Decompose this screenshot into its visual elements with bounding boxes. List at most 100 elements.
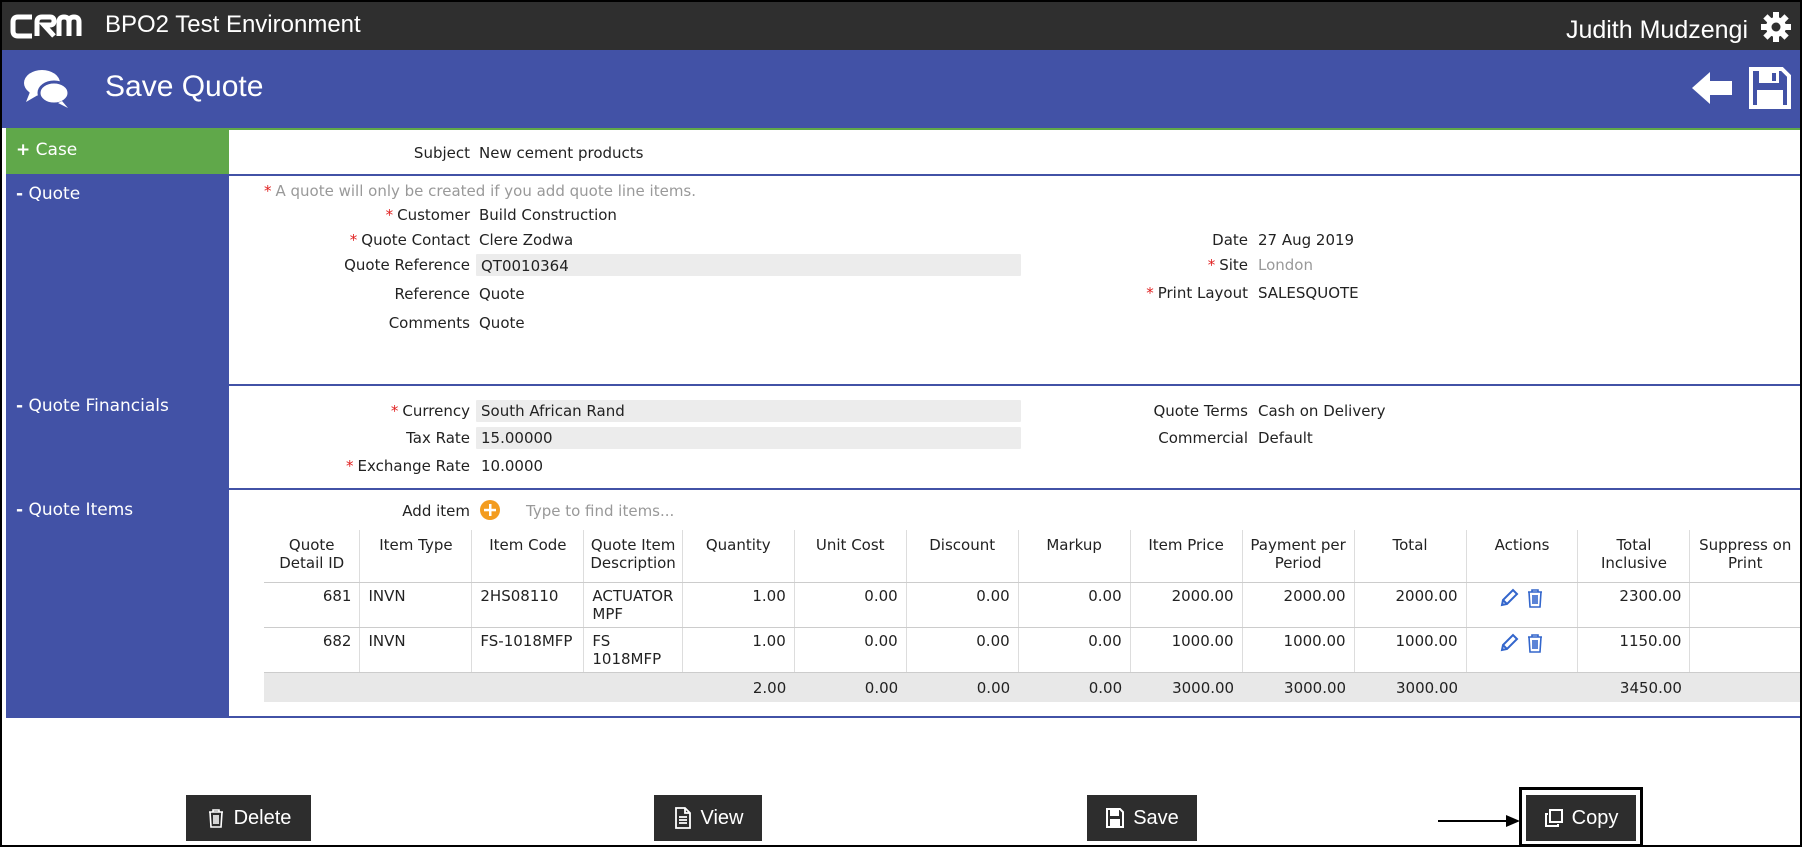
quote-terms-value[interactable]: Cash on Delivery <box>1258 402 1385 420</box>
col-suppress-on-print: Suppress on Print <box>1689 530 1800 583</box>
trash-icon[interactable] <box>1524 587 1546 609</box>
cell-suppress-on-print[interactable] <box>1689 582 1800 628</box>
quote-items-header[interactable]: - Quote Items <box>6 490 229 716</box>
col-markup: Markup <box>1018 530 1131 583</box>
exchange-rate-value[interactable]: 10.0000 <box>481 457 543 475</box>
cell-detail-id: 682 <box>264 627 361 673</box>
cell-total: 2000.00 <box>1354 582 1467 628</box>
totals-row: 2.00 0.00 0.00 0.00 3000.00 3000.00 3000… <box>264 672 1800 702</box>
cell-item-code: FS-1018MFP <box>471 627 585 673</box>
quote-items-section: - Quote Items Add item Type to find item… <box>6 490 1800 718</box>
subject-label: Subject <box>413 144 470 162</box>
total-unit-cost: 0.00 <box>794 672 907 702</box>
case-toggle: + <box>16 140 31 160</box>
cell-description: ACTUATOR MPF <box>583 582 683 628</box>
case-section-header[interactable]: + Case <box>6 130 229 174</box>
tax-rate-value: 15.00000 <box>481 429 553 447</box>
cell-total-inclusive: 2300.00 <box>1577 582 1691 628</box>
add-item-search-input[interactable]: Type to find items... <box>526 502 674 520</box>
quote-section: - Quote * A quote will only be created if… <box>6 174 1800 386</box>
quote-reference-label: Quote Reference <box>344 256 470 274</box>
quote-contact-value[interactable]: Clere Zodwa <box>479 231 573 249</box>
pointer-arrow-icon <box>1438 815 1520 827</box>
total-total: 3000.00 <box>1354 672 1467 702</box>
view-button[interactable]: View <box>654 795 762 841</box>
quote-financials-section: - Quote Financials * Currency South Afric… <box>6 386 1800 490</box>
comments-value[interactable]: Quote <box>479 314 525 332</box>
crm-logo <box>10 14 82 39</box>
commercial-label: Commercial <box>1158 429 1248 447</box>
page-header: Save Quote <box>2 50 1800 128</box>
back-arrow-icon[interactable] <box>1690 68 1734 108</box>
quote-section-header[interactable]: - Quote <box>6 174 229 384</box>
copy-icon <box>1544 809 1563 827</box>
col-item-type: Item Type <box>359 530 473 583</box>
pencil-icon[interactable] <box>1498 632 1520 654</box>
tax-rate-field <box>476 427 1021 449</box>
cell-payment-per-period: 2000.00 <box>1242 582 1355 628</box>
plus-circle-icon[interactable] <box>479 499 501 521</box>
trash-icon <box>208 809 223 828</box>
total-inclusive: 3450.00 <box>1577 672 1690 702</box>
cell-total-inclusive: 1150.00 <box>1577 627 1691 673</box>
total-quantity: 2.00 <box>682 672 795 702</box>
cell-payment-per-period: 1000.00 <box>1242 627 1355 673</box>
print-layout-label: * Print Layout <box>1146 284 1248 302</box>
save-button-label: Save <box>1133 806 1179 829</box>
chat-bubbles-icon <box>24 70 71 108</box>
case-section: + Case Subject New cement products <box>6 128 1800 176</box>
cell-quantity: 1.00 <box>682 627 795 673</box>
reference-value[interactable]: Quote <box>479 285 525 303</box>
cell-markup: 0.00 <box>1018 627 1131 673</box>
pencil-icon[interactable] <box>1498 587 1520 609</box>
quote-financials-header[interactable]: - Quote Financials <box>6 386 229 488</box>
table-row[interactable]: 681 INVN 2HS08110 ACTUATOR MPF 1.00 0.00… <box>264 582 1800 628</box>
delete-button[interactable]: Delete <box>186 795 311 841</box>
view-button-label: View <box>700 806 744 829</box>
col-payment-per-period: Payment per Period <box>1242 530 1355 583</box>
subject-value[interactable]: New cement products <box>479 144 643 162</box>
date-value[interactable]: 27 Aug 2019 <box>1258 231 1354 249</box>
floppy-disk-icon[interactable] <box>1748 66 1792 110</box>
totals-empty <box>1466 672 1578 702</box>
commercial-value[interactable]: Default <box>1258 429 1313 447</box>
cell-item-type: INVN <box>359 582 473 628</box>
reference-label: Reference <box>394 285 470 303</box>
save-button[interactable]: Save <box>1087 795 1197 841</box>
col-quote-detail-id: Quote Detail ID <box>264 530 361 583</box>
copy-button[interactable]: Copy <box>1526 795 1636 841</box>
customer-value[interactable]: Build Construction <box>479 206 617 224</box>
table-row[interactable]: 682 INVN FS-1018MFP FS 1018MFP 1.00 0.00… <box>264 627 1800 673</box>
user-name[interactable]: Judith Mudzengi <box>1566 16 1748 45</box>
financials-section-title: Quote Financials <box>28 396 169 416</box>
cell-suppress-on-print[interactable] <box>1689 627 1800 673</box>
cell-discount: 0.00 <box>906 582 1019 628</box>
gear-icon[interactable] <box>1760 11 1792 43</box>
total-item-price: 3000.00 <box>1130 672 1243 702</box>
items-toggle: - <box>16 500 24 520</box>
total-discount: 0.00 <box>906 672 1019 702</box>
print-layout-value[interactable]: SALESQUOTE <box>1258 284 1359 302</box>
col-unit-cost: Unit Cost <box>794 530 907 583</box>
site-label: * Site <box>1207 256 1248 274</box>
cell-item-code: 2HS08110 <box>471 582 585 628</box>
trash-icon[interactable] <box>1524 632 1546 654</box>
totals-empty <box>359 672 472 702</box>
cell-item-price: 1000.00 <box>1130 627 1243 673</box>
date-label: Date <box>1212 231 1248 249</box>
cell-actions <box>1466 582 1579 628</box>
quote-items-table: Quote Detail ID Item Type Item Code Quot… <box>264 530 1800 702</box>
site-input[interactable]: London <box>1258 256 1313 274</box>
comments-label: Comments <box>388 314 470 332</box>
app-window: BPO2 Test Environment Judith Mudzengi Sa… <box>0 0 1802 847</box>
cell-detail-id: 681 <box>264 582 361 628</box>
table-header-row: Quote Detail ID Item Type Item Code Quot… <box>264 530 1800 583</box>
cell-total: 1000.00 <box>1354 627 1467 673</box>
floppy-disk-icon <box>1106 808 1125 828</box>
total-payment-per-period: 3000.00 <box>1242 672 1355 702</box>
cell-discount: 0.00 <box>906 627 1019 673</box>
page-title: Save Quote <box>105 70 264 103</box>
items-section-title: Quote Items <box>28 500 134 520</box>
col-quantity: Quantity <box>682 530 795 583</box>
cell-unit-cost: 0.00 <box>794 627 907 673</box>
